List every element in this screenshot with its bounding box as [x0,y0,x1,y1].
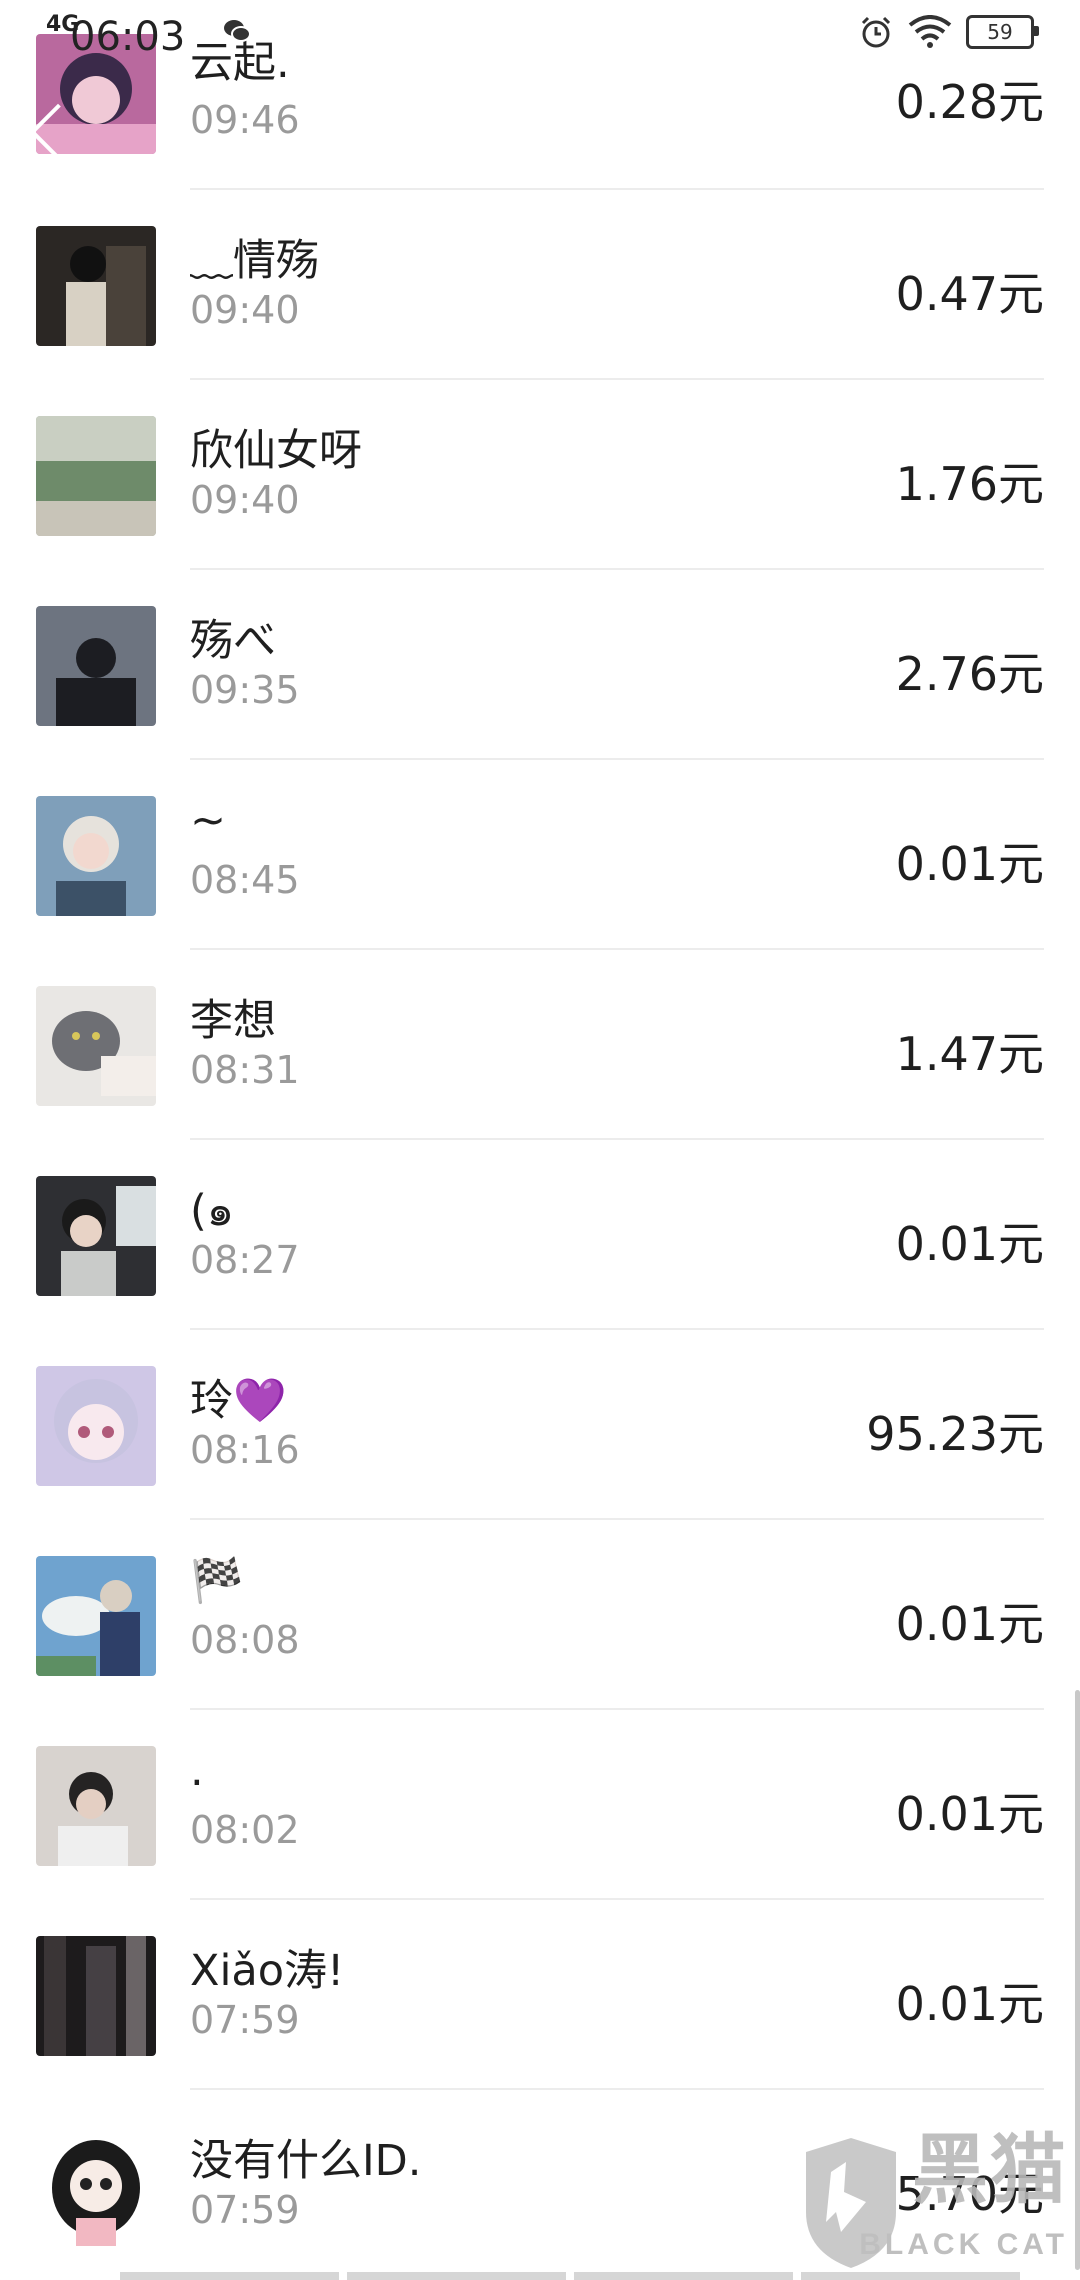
wechat-icon [224,20,251,42]
sender-name: ~ [190,796,227,846]
avatar[interactable] [36,1366,156,1486]
avatar[interactable] [36,1936,156,2056]
battery-icon: 59 [966,15,1039,49]
list-item[interactable]: . 08:02 0.01元 [0,1710,1080,1900]
bottom-bar-segment [574,2272,793,2280]
bottom-bar-segment [347,2272,566,2280]
watermark-text: 黑猫 [912,2125,1068,2214]
avatar[interactable] [36,606,156,726]
record-time: 09:40 [190,288,300,332]
amount: 0.01元 [895,1787,1044,1841]
sender-name: 殇べ [190,616,276,666]
amount: 1.47元 [895,1027,1044,1081]
avatar[interactable] [36,2126,156,2246]
sender-name: (๑ [190,1186,235,1236]
amount: 0.28元 [895,75,1044,129]
sender-name: . [190,1746,204,1796]
record-time: 08:08 [190,1618,300,1662]
record-time: 09:40 [190,478,300,522]
watermark: 黑猫 BLACK CAT [790,2120,1080,2280]
amount: 0.01元 [895,1597,1044,1651]
amount: 0.01元 [895,1977,1044,2031]
list-item[interactable]: ~ 08:45 0.01元 [0,760,1080,950]
list-item[interactable]: ﹏情殇 09:40 0.47元 [0,190,1080,380]
status-bar: 4G 06:03 59 [0,0,1080,70]
amount: 1.76元 [895,457,1044,511]
record-time: 09:46 [190,98,300,142]
wifi-icon [908,15,952,48]
avatar[interactable] [36,226,156,346]
list-item[interactable]: 李想 08:31 1.47元 [0,950,1080,1140]
record-time: 08:31 [190,1048,300,1092]
list-item[interactable]: (๑ 08:27 0.01元 [0,1140,1080,1330]
avatar[interactable] [36,416,156,536]
record-time: 08:45 [190,858,300,902]
record-time: 08:27 [190,1238,300,1282]
battery-level: 59 [987,20,1013,44]
list-item[interactable]: 殇べ 09:35 2.76元 [0,570,1080,760]
sender-name: 🏁 [190,1556,244,1606]
record-time: 08:02 [190,1808,300,1852]
record-time: 07:59 [190,2188,300,2232]
avatar[interactable] [36,986,156,1106]
sender-name: 没有什么ID. [190,2136,422,2186]
record-time: 08:16 [190,1428,300,1472]
sender-name: 欣仙女呀 [190,426,362,476]
amount: 95.23元 [866,1407,1044,1461]
sender-name: Xiǎo涛! [190,1946,345,1996]
alarm-icon [861,16,891,48]
bottom-bar-segment [801,2272,1020,2280]
sender-name: ﹏情殇 [190,236,319,286]
amount: 2.76元 [895,647,1044,701]
bottom-edge [120,2272,1020,2280]
clock: 06:03 [70,14,186,60]
record-time: 09:35 [190,668,300,712]
bottom-bar-segment [120,2272,339,2280]
list-item[interactable]: 欣仙女呀 09:40 1.76元 [0,380,1080,570]
amount: 0.01元 [895,837,1044,891]
sender-name: 李想 [190,996,276,1046]
list-item[interactable]: 🏁 08:08 0.01元 [0,1520,1080,1710]
avatar[interactable] [36,1176,156,1296]
avatar[interactable] [36,796,156,916]
amount: 0.47元 [895,267,1044,321]
amount: 0.01元 [895,1217,1044,1271]
list-item[interactable]: Xiǎo涛! 07:59 0.01元 [0,1900,1080,2090]
watermark-subtext: BLACK CAT [859,2228,1068,2261]
avatar[interactable] [36,1746,156,1866]
avatar[interactable] [36,1556,156,1676]
sender-name: 玲💜 [190,1376,287,1426]
list-item[interactable]: 玲💜 08:16 95.23元 [0,1330,1080,1520]
record-time: 07:59 [190,1998,300,2042]
